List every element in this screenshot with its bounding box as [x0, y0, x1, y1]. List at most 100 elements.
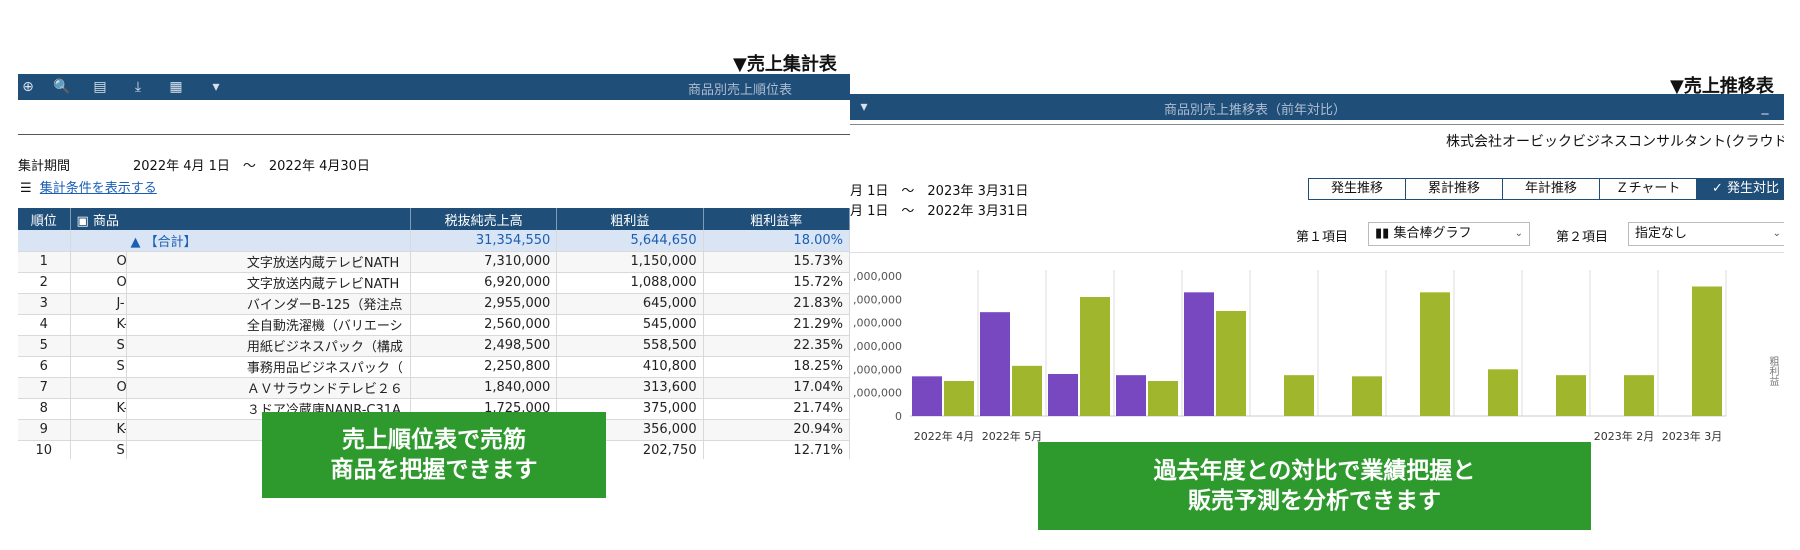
table-row[interactable]: 1O-10006文字放送内蔵テレビNATH7,310,0001,150,0001…	[18, 251, 850, 273]
company-name: 株式会社オービックビジネスコンサルタント(クラウドロ	[1446, 134, 1784, 150]
y-tick-label: ,000,000	[853, 293, 902, 306]
item1-select[interactable]: ▮▮ 集合棒グラフ ⌄	[1368, 222, 1530, 246]
filter-icon[interactable]: ▾	[206, 77, 226, 97]
sales-trend-chart: ,000,000 ,000,000 ,000,000 ,000,000 ,000,000…	[853, 270, 1727, 443]
chart-bar[interactable]	[1148, 381, 1178, 416]
sales-cell: 2,560,000	[410, 314, 558, 336]
table-row[interactable]: 3J-10004バインダーB-125（発注点2,955,000645,00021…	[18, 293, 850, 315]
code-cell: K-10005	[70, 398, 127, 420]
chart-bar[interactable]	[980, 312, 1010, 416]
add-icon[interactable]: ⊕	[18, 77, 38, 97]
rate-cell: 12.71%	[703, 440, 850, 459]
col-rate[interactable]: 粗利益率	[703, 208, 850, 230]
table-row[interactable]: 5SET-J02用紙ビジネスパック（構成2,498,500558,50022.3…	[18, 335, 850, 357]
table-row[interactable]: 2O-10004文字放送内蔵テレビNATH6,920,0001,088,0001…	[18, 272, 850, 294]
x-tick-label: 2022年 4月	[914, 429, 975, 443]
chart-bar[interactable]	[1692, 286, 1722, 417]
chart-bar[interactable]	[1624, 375, 1654, 416]
chart-bar[interactable]	[1420, 292, 1450, 416]
col-product[interactable]: ▣ 商品	[70, 208, 411, 230]
trend-callout: 過去年度との対比で業績把握と 販売予測を分析できます	[1038, 442, 1591, 530]
table-row[interactable]: 4K-10001全自動洗濯機（バリエーシ2,560,000545,00021.2…	[18, 314, 850, 336]
chart-bar[interactable]	[1284, 375, 1314, 416]
sales-cell: 1,840,000	[410, 377, 558, 399]
period-current: 月 1日 ～ 2023年 3月31日	[850, 184, 1029, 199]
trend-report-title: 商品別売上推移表（前年対比）	[1164, 103, 1347, 118]
collapse-icon[interactable]: ▲	[131, 235, 145, 250]
pdf-icon[interactable]: ⤓	[128, 77, 148, 97]
mode-button[interactable]: ✓ 発生対比	[1697, 179, 1784, 199]
name-cell: バインダーB-125（発注点	[126, 293, 411, 315]
mode-button[interactable]: Ｚチャート	[1600, 179, 1697, 199]
y-tick-label: ,000,000	[853, 270, 902, 283]
chart-bar[interactable]	[1116, 375, 1146, 416]
item2-select[interactable]: 指定なし ⌄	[1628, 222, 1784, 246]
col-sales[interactable]: 税抜純売上高	[410, 208, 558, 230]
profit-cell: 645,000	[556, 293, 704, 315]
rank-cell: 10	[18, 440, 71, 459]
rate-cell: 18.25%	[703, 356, 850, 378]
period-value: 2022年 4月 1日 ～ 2022年 4月30日	[133, 159, 370, 174]
show-conditions-link[interactable]: 集計条件を表示する	[40, 181, 157, 196]
minimize-icon[interactable]: _	[1755, 97, 1775, 117]
chart-bar[interactable]	[1012, 365, 1042, 416]
excel-icon[interactable]: ▦	[166, 77, 186, 97]
rank-cell: 2	[18, 272, 71, 294]
col-profit[interactable]: 粗利益	[556, 208, 704, 230]
table-row[interactable]: 7O-10003ＡＶサラウンドテレビ２６1,840,000313,60017.0…	[18, 377, 850, 399]
x-tick-label: 2023年 2月	[1594, 429, 1655, 443]
rate-cell: 20.94%	[703, 419, 850, 441]
print-icon[interactable]: ▤	[90, 77, 110, 97]
item1-label: 第１項目	[1296, 230, 1349, 245]
profit-cell: 558,500	[556, 335, 704, 357]
rate-cell: 21.29%	[703, 314, 850, 336]
rank-cell: 8	[18, 398, 71, 420]
y-tick-label: ,000,000	[853, 363, 902, 376]
chart-bar[interactable]	[912, 376, 942, 416]
col-rank[interactable]: 順位	[18, 208, 71, 230]
y-tick-label: ,000,000	[853, 317, 902, 330]
name-cell: 全自動洗濯機（バリエーシ	[126, 314, 411, 336]
chart-bar[interactable]	[1556, 375, 1586, 416]
rate-cell: 15.72%	[703, 272, 850, 294]
name-cell: 事務用品ビジネスパック（	[126, 356, 411, 378]
profit-cell: 313,600	[556, 377, 704, 399]
sales-cell: 2,250,800	[410, 356, 558, 378]
code-cell: J-10004	[70, 293, 127, 315]
sales-ranking-panel: ⊕ 🔍 ▤ ⤓ ▦ ▾ 商品別売上順位表 集計期間 2022年 4月 1日 ～ …	[18, 74, 850, 459]
bar-chart-icon: ▮▮	[1375, 226, 1394, 241]
chart-bar[interactable]	[1048, 374, 1078, 416]
sales-trend-panel: ▾ 商品別売上推移表（前年対比） _ 株式会社オービックビジネスコンサルタント(…	[850, 94, 1784, 474]
total-row[interactable]: ▲ 【合計】 31,354,550 5,644,650 18.00%	[18, 230, 850, 252]
period-label: 集計期間	[18, 159, 71, 174]
zoom-icon[interactable]: 🔍	[52, 77, 72, 97]
rate-cell: 21.83%	[703, 293, 850, 315]
sales-cell: 2,955,000	[410, 293, 558, 315]
rank-cell: 5	[18, 335, 71, 357]
chart-bar[interactable]	[944, 381, 974, 416]
mode-button[interactable]: 年計推移	[1503, 179, 1600, 199]
chart-bar[interactable]	[1216, 311, 1246, 416]
period-previous: 月 1日 ～ 2022年 3月31日	[850, 204, 1029, 219]
sales-cell: 7,310,000	[410, 251, 558, 273]
ranking-report-title: 商品別売上順位表	[688, 83, 793, 98]
ranking-toolbar: ⊕ 🔍 ▤ ⤓ ▦ ▾ 商品別売上順位表	[18, 74, 850, 100]
rate-cell: 22.35%	[703, 335, 850, 357]
name-cell: 用紙ビジネスパック（構成	[126, 335, 411, 357]
code-cell: K-10004	[70, 419, 127, 441]
table-row[interactable]: 6SET-J01事務用品ビジネスパック（2,250,800410,80018.2…	[18, 356, 850, 378]
y-tick-label: ,000,000	[853, 340, 902, 353]
x-tick-label: 2023年 3月	[1662, 429, 1723, 443]
filter-icon[interactable]: ▾	[854, 97, 874, 117]
chart-bar[interactable]	[1184, 292, 1214, 416]
trend-toolbar: ▾ 商品別売上推移表（前年対比） _	[850, 94, 1784, 120]
chart-bar[interactable]	[1488, 369, 1518, 416]
rate-cell: 17.04%	[703, 377, 850, 399]
chart-bar[interactable]	[1080, 297, 1110, 416]
mode-button[interactable]: 累計推移	[1406, 179, 1503, 199]
y-tick-label: 0	[895, 410, 902, 423]
x-tick-label: 2022年 5月	[982, 429, 1043, 443]
chart-bar[interactable]	[1352, 376, 1382, 416]
mode-button[interactable]: 発生推移	[1309, 179, 1406, 199]
rank-cell: 1	[18, 251, 71, 273]
